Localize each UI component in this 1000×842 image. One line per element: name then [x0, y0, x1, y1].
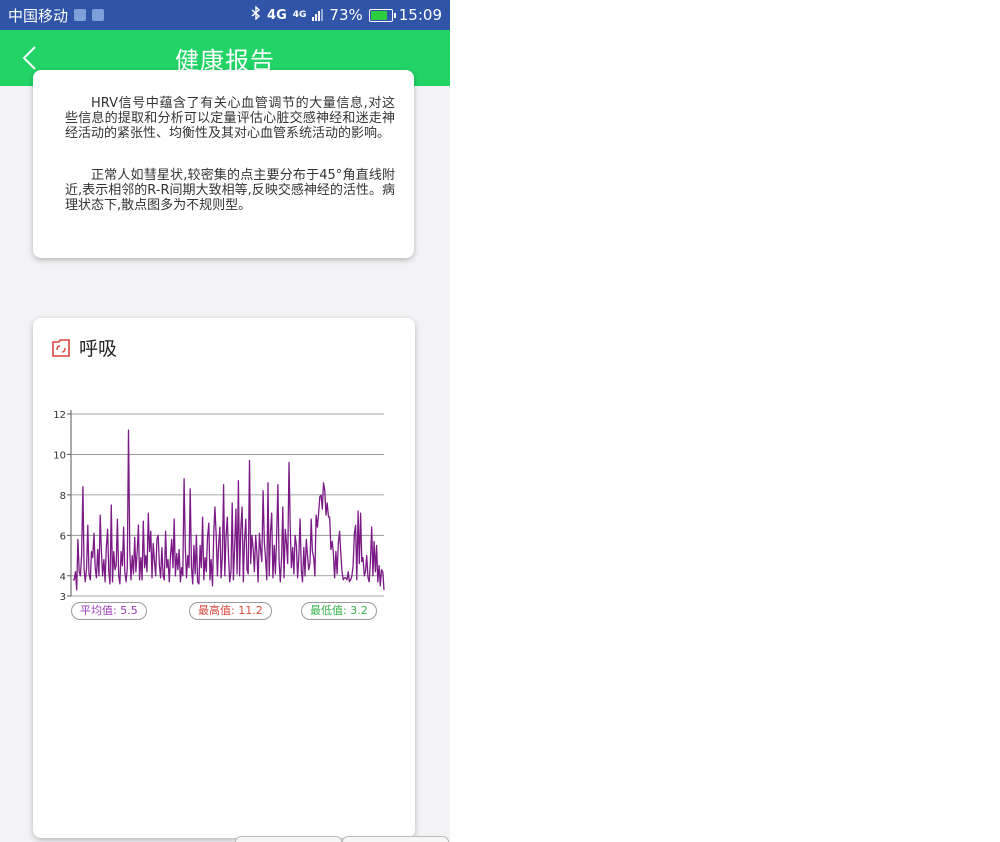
chevron-left-icon[interactable]: [20, 45, 40, 71]
y-tick-label: 12: [53, 410, 66, 421]
max-label: 最高值:: [198, 604, 235, 617]
bottom-tab-right[interactable]: [342, 836, 449, 842]
hrv-paragraph-2: 正常人如彗星状,较密集的点主要分布于45°角直线附近,表示相邻的R-R间期大致相…: [65, 168, 395, 213]
y-tick-label: 4: [60, 572, 66, 583]
bottom-tab-left[interactable]: [235, 836, 342, 842]
min-label: 最低值:: [310, 604, 347, 617]
y-tick-label: 10: [53, 450, 66, 461]
carrier-label: 中国移动: [8, 6, 69, 25]
max-value-badge: 最高值: 11.2: [189, 602, 272, 620]
y-tick-label: 6: [60, 531, 66, 542]
battery-percent: 73%: [329, 6, 363, 24]
min-value: 3.2: [350, 604, 368, 617]
notification-icon: [74, 9, 87, 21]
avg-value: 5.5: [120, 604, 138, 617]
signal-icon: [312, 9, 324, 21]
breath-chart: 3 4 6 8 10 12: [53, 410, 385, 603]
network-type-2: 4G: [292, 10, 307, 20]
breath-card: 呼吸 3 4 6 8 10 12 平均值: 5.5 最高值: 11.2 最低值: 3.2: [33, 318, 415, 838]
battery-icon: [368, 8, 396, 22]
avg-value-badge: 平均值: 5.5: [71, 602, 147, 620]
y-tick-label: 8: [60, 491, 66, 502]
y-tick-label: 3: [60, 592, 66, 603]
phone-screen: 中国移动 4G 4G 73% 15:09 健康报告 HRV信号中蕴含了有关心血管…: [0, 0, 450, 842]
hrv-paragraph-1: HRV信号中蕴含了有关心血管调节的大量信息,对这些信息的提取和分析可以定量评估心…: [65, 96, 395, 141]
hrv-info-card: HRV信号中蕴含了有关心血管调节的大量信息,对这些信息的提取和分析可以定量评估心…: [33, 70, 414, 258]
network-type-1: 4G: [267, 7, 287, 23]
avg-label: 平均值:: [80, 604, 117, 617]
min-value-badge: 最低值: 3.2: [301, 602, 377, 620]
image-icon: [92, 9, 105, 21]
max-value: 11.2: [238, 604, 263, 617]
status-bar: 中国移动 4G 4G 73% 15:09: [0, 0, 450, 30]
clock: 15:09: [398, 6, 442, 24]
bluetooth-icon: [251, 5, 261, 24]
